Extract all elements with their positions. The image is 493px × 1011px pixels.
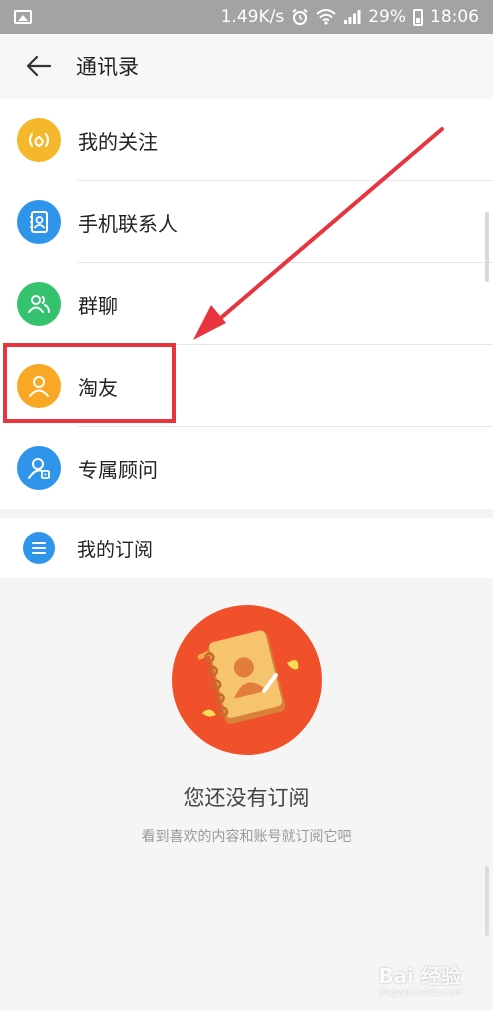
advisor-icon <box>17 446 61 490</box>
page-title: 通讯录 <box>76 55 139 79</box>
watermark-url: jingyan.baidu.com <box>379 988 463 998</box>
group-icon <box>17 282 61 326</box>
empty-state-description: 看到喜欢的内容和账号就订阅它吧 <box>141 829 352 845</box>
list-item-label: 手机联系人 <box>78 211 178 236</box>
back-button[interactable] <box>18 45 60 87</box>
subscriptions-header[interactable]: 我的订阅 <box>0 518 493 578</box>
list-item-label: 群聊 <box>78 293 118 318</box>
list-icon <box>23 532 55 564</box>
list-item-advisor[interactable]: 专属顾问 <box>0 427 493 509</box>
back-arrow-icon <box>26 55 52 77</box>
empty-subscription-illustration <box>172 605 322 755</box>
wifi-icon <box>316 9 336 25</box>
contact-list: 我的关注 手机联系人 群聊 淘友 专属顾问 <box>0 99 493 509</box>
list-item-label: 专属顾问 <box>78 457 158 482</box>
signal-icon <box>344 10 361 24</box>
list-item-following[interactable]: 我的关注 <box>0 99 493 181</box>
empty-state-title: 您还没有订阅 <box>183 786 310 810</box>
clock: 18:06 <box>430 7 479 27</box>
list-item-phone-contacts[interactable]: 手机联系人 <box>0 181 493 263</box>
network-speed: 1.49K/s <box>220 7 285 27</box>
battery-icon <box>413 8 423 26</box>
alarm-icon <box>292 8 308 25</box>
contact-book-icon <box>17 200 61 244</box>
status-bar: 1.49K/s 29% 18:06 <box>0 0 493 34</box>
list-item-label: 我的关注 <box>78 129 158 154</box>
subscriptions-label: 我的订阅 <box>77 538 154 561</box>
scrollbar-lower[interactable] <box>485 866 489 936</box>
section-gap <box>0 509 493 518</box>
list-item-group-chat[interactable]: 群聊 <box>0 263 493 345</box>
watermark-logo: Bai 经验 <box>378 964 461 988</box>
battery-percent: 29% <box>368 7 406 27</box>
scrollbar[interactable] <box>485 212 489 282</box>
highlight-box <box>3 343 176 423</box>
header: 通讯录 <box>0 34 493 98</box>
gallery-notification-icon <box>14 10 32 24</box>
broadcast-heart-icon <box>17 118 61 162</box>
